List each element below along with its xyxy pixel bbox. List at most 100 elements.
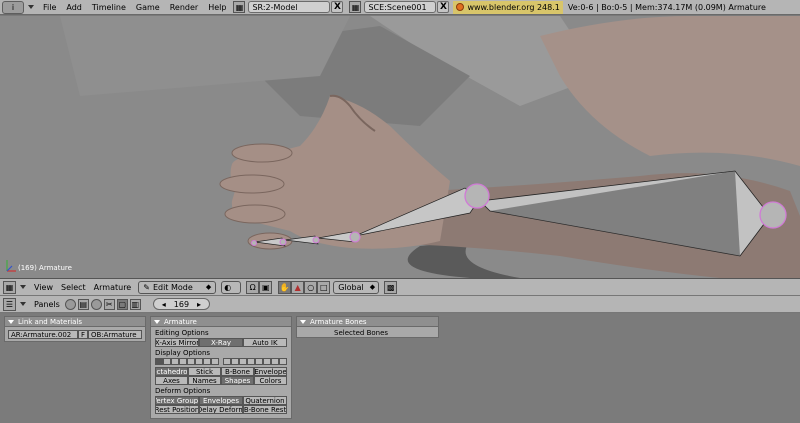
hand-icon: ✋ (279, 282, 290, 292)
octahedron-button[interactable]: Octahedron (155, 367, 188, 376)
menu-select[interactable]: Select (57, 283, 90, 292)
menu-add[interactable]: Add (61, 3, 87, 12)
bone-layer-3[interactable] (171, 358, 179, 365)
vertex-groups-button[interactable]: Vertex Groups (155, 396, 199, 405)
script-icon: ▤ (79, 299, 88, 309)
bone-layer-10[interactable] (231, 358, 239, 365)
stick-button[interactable]: Stick (188, 367, 221, 376)
object-context-button[interactable]: ✂ (103, 298, 115, 310)
bone-joint-finger-tip[interactable] (279, 238, 287, 246)
viewport-scene (60, 16, 800, 278)
screen-delete-button[interactable]: X (331, 1, 344, 13)
bone-layer-4[interactable] (179, 358, 187, 365)
bone-layer-14[interactable] (263, 358, 271, 365)
bone-joint-knuckle[interactable] (349, 231, 361, 243)
shapes-button[interactable]: Shapes (221, 376, 254, 385)
bone-layer-7[interactable] (203, 358, 211, 365)
armature-icon: ✎ (143, 282, 150, 292)
bone-layer-8[interactable] (211, 358, 219, 365)
3d-viewport[interactable]: (169) Armature (0, 16, 800, 278)
chevron-down-icon: ◆ (205, 283, 212, 291)
b-bone-button[interactable]: B-Bone (221, 367, 254, 376)
names-button[interactable]: Names (188, 376, 221, 385)
rotate-button[interactable]: ○ (304, 280, 318, 294)
editing-context-button[interactable]: ▢ (116, 298, 128, 310)
delay-deform-button[interactable]: Delay Deform (199, 405, 243, 414)
menu-render[interactable]: Render (165, 3, 203, 12)
panel-armature-header[interactable]: Armature (151, 317, 291, 327)
window-type-button[interactable]: i (2, 0, 24, 14)
mode-select[interactable]: ✎ Edit Mode ◆ (138, 280, 217, 294)
bone-layer-12[interactable] (247, 358, 255, 365)
envelope-button[interactable]: Envelope (254, 367, 287, 376)
bone-joint-wrist[interactable] (464, 183, 490, 209)
frame-number-field[interactable]: ◂ 169 ▸ (152, 298, 211, 310)
collapse-header-icon[interactable] (20, 285, 26, 289)
fake-user-button[interactable]: F (78, 330, 88, 339)
editor-type-button[interactable]: ▦ (3, 280, 16, 294)
buttons-editor-type-button[interactable]: ☰ (3, 297, 16, 311)
render-icon: ▩ (386, 282, 395, 292)
script-context-button[interactable]: ▤ (77, 298, 89, 310)
frame-increment-icon[interactable]: ▸ (197, 300, 201, 309)
panel-armature-bones-header[interactable]: Armature Bones (297, 317, 438, 327)
bone-joint-elbow[interactable] (759, 201, 787, 229)
object-name-field[interactable]: OB:Armature (88, 330, 142, 339)
envelopes-button[interactable]: Envelopes (199, 396, 243, 405)
scene-context-button[interactable]: ▥ (129, 298, 141, 310)
screen-name-field[interactable]: SR:2-Model (248, 1, 331, 13)
bone-layer-1[interactable] (155, 358, 163, 365)
collapse-panel-icon[interactable] (8, 319, 14, 324)
armature-datablock-field[interactable]: AR:Armature.002 (8, 330, 78, 339)
bone-layer-6[interactable] (195, 358, 203, 365)
menu-file[interactable]: File (38, 3, 61, 12)
bone-layer-15[interactable] (271, 358, 279, 365)
scene-browse-button[interactable]: ▦ (349, 1, 362, 13)
scene-delete-button[interactable]: X (437, 1, 450, 13)
bone-layer-11[interactable] (239, 358, 247, 365)
scene-name-field[interactable]: SCE:Scene001 (364, 1, 437, 13)
rest-position-button[interactable]: Rest Position (155, 405, 199, 414)
collapse-buttons-icon[interactable] (20, 302, 26, 306)
viewport-header: ▦ View Select Armature ✎ Edit Mode ◆ ◐ Ω ▣… (0, 278, 800, 296)
auto-ik-button[interactable]: Auto IK (243, 338, 287, 347)
bone-layer-13[interactable] (255, 358, 263, 365)
render-preview-button[interactable]: ▩ (384, 280, 398, 294)
collapse-menu-icon[interactable] (28, 5, 34, 9)
quaternion-button[interactable]: Quaternion (243, 396, 287, 405)
x-axis-mirror-button[interactable]: X-Axis Mirror (155, 338, 199, 347)
bone-layer-9[interactable] (223, 358, 231, 365)
panel-link-materials-header[interactable]: Link and Materials (5, 317, 145, 327)
layer-button[interactable]: ▣ (259, 280, 273, 294)
axes-button[interactable]: Axes (155, 376, 188, 385)
bone-layer-buttons (155, 358, 287, 365)
x-ray-button[interactable]: X-Ray (199, 338, 243, 347)
pivot-button[interactable]: Ω (246, 280, 260, 294)
blender-url-badge[interactable]: www.blender.org 248.1 (453, 0, 563, 14)
frame-decrement-icon[interactable]: ◂ (162, 300, 166, 309)
menu-help[interactable]: Help (203, 3, 231, 12)
orientation-select[interactable]: Global ◆ (333, 280, 380, 294)
screen-browse-button[interactable]: ▦ (233, 1, 246, 13)
object-icon: ✂ (105, 299, 113, 309)
bone-layer-2[interactable] (163, 358, 171, 365)
bone-layer-5[interactable] (187, 358, 195, 365)
manipulator-toggle[interactable]: ✋ (278, 280, 292, 294)
menu-timeline[interactable]: Timeline (87, 3, 131, 12)
menu-armature[interactable]: Armature (90, 283, 136, 292)
menu-game[interactable]: Game (131, 3, 165, 12)
shading-context-button[interactable] (90, 298, 102, 310)
bone-joint-finger-mid[interactable] (312, 236, 320, 244)
bone-joint-end[interactable] (251, 240, 257, 246)
bone-layer-16[interactable] (279, 358, 287, 365)
collapse-panel-icon[interactable] (154, 319, 160, 324)
collapse-panel-icon[interactable] (300, 319, 306, 324)
b-bone-rest-button[interactable]: B-Bone Rest (243, 405, 287, 414)
colors-button[interactable]: Colors (254, 376, 287, 385)
scale-button[interactable]: □ (317, 280, 331, 294)
draw-type-select[interactable]: ◐ (221, 280, 242, 294)
logic-context-button[interactable] (64, 298, 76, 310)
scene-icon: ▥ (131, 299, 140, 309)
menu-view[interactable]: View (30, 283, 57, 292)
translate-button[interactable]: ▲ (291, 280, 305, 294)
